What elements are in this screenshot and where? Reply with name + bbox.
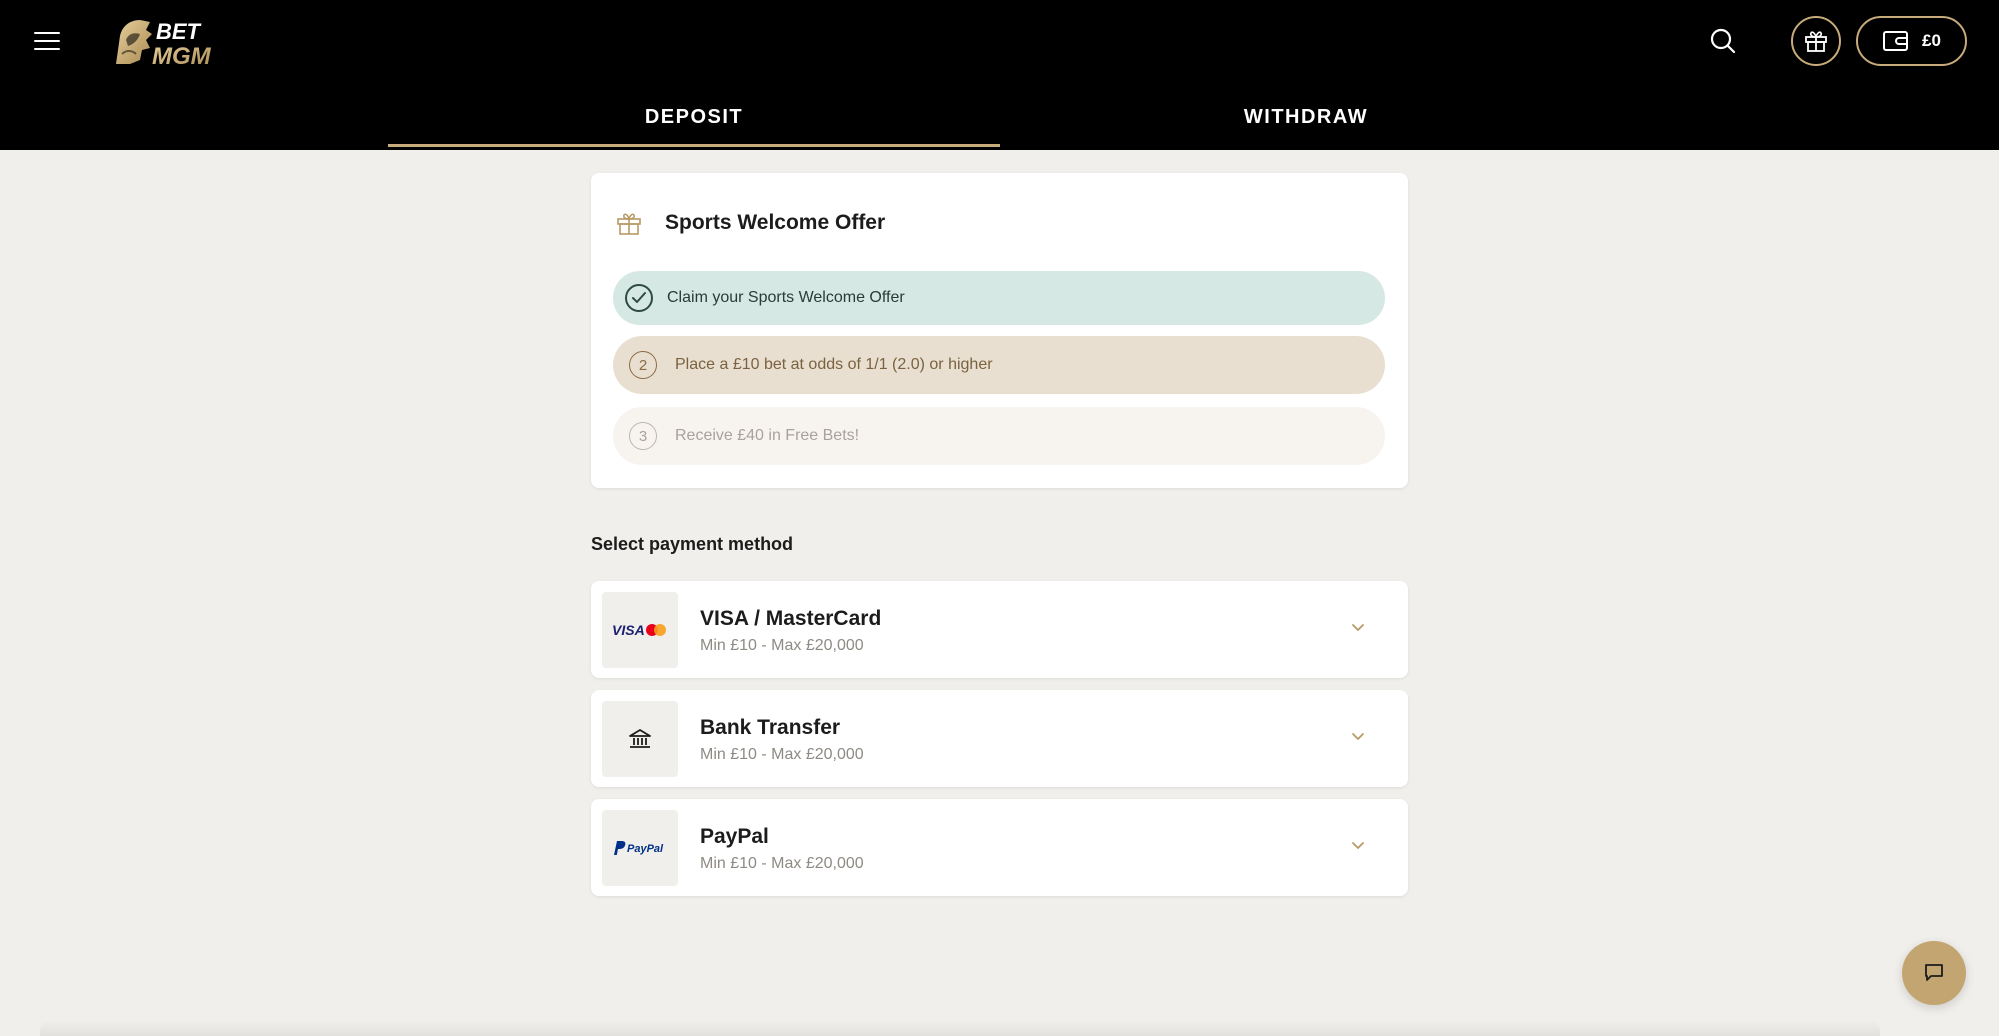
wallet-icon bbox=[1883, 31, 1909, 51]
payment-method-name: VISA / MasterCard bbox=[700, 607, 882, 630]
gift-icon bbox=[617, 213, 641, 235]
hamburger-menu-icon[interactable] bbox=[34, 28, 64, 54]
svg-text:PayPal: PayPal bbox=[627, 843, 664, 855]
bank-icon bbox=[602, 701, 678, 777]
payment-method-limits: Min £10 - Max £20,000 bbox=[700, 746, 864, 763]
offer-step-text: Claim your Sports Welcome Offer bbox=[667, 289, 905, 306]
welcome-offer-header: Sports Welcome Offer bbox=[615, 209, 885, 237]
visa-mastercard-logo: VISA bbox=[602, 592, 678, 668]
offer-step-place-bet: 2 Place a £10 bet at odds of 1/1 (2.0) o… bbox=[613, 336, 1385, 394]
svg-text:VISA: VISA bbox=[612, 622, 645, 638]
paypal-logo: PayPal bbox=[602, 810, 678, 886]
gift-button[interactable] bbox=[1791, 16, 1841, 66]
welcome-offer-title: Sports Welcome Offer bbox=[665, 211, 886, 234]
gift-icon bbox=[1805, 31, 1827, 52]
svg-text:MGM: MGM bbox=[152, 43, 212, 68]
chat-icon bbox=[1925, 964, 1943, 981]
offer-step-text: Place a £10 bet at odds of 1/1 (2.0) or … bbox=[675, 356, 993, 373]
offer-step-text: Receive £40 in Free Bets! bbox=[675, 427, 860, 444]
chevron-down-icon bbox=[1352, 624, 1364, 631]
chat-button[interactable] bbox=[1902, 941, 1966, 1005]
payment-method-paypal[interactable]: PayPal PayPal Min £10 - Max £20,000 bbox=[591, 799, 1408, 896]
step-number-badge: 3 bbox=[629, 422, 657, 450]
bottom-sheet-edge bbox=[40, 1020, 1880, 1036]
search-icon[interactable] bbox=[1708, 26, 1738, 56]
offer-step-receive: 3 Receive £40 in Free Bets! bbox=[613, 407, 1385, 465]
chevron-down-icon bbox=[1352, 733, 1364, 740]
payment-method-bank-transfer[interactable]: Bank Transfer Min £10 - Max £20,000 bbox=[591, 690, 1408, 787]
tab-withdraw[interactable]: WITHDRAW bbox=[1000, 96, 1612, 150]
payment-method-limits: Min £10 - Max £20,000 bbox=[700, 637, 864, 654]
offer-step-claim: Claim your Sports Welcome Offer bbox=[613, 271, 1385, 325]
step-number-badge: 2 bbox=[629, 351, 657, 379]
wallet-balance: £0 bbox=[1922, 31, 1941, 50]
check-icon bbox=[625, 284, 653, 312]
wallet-balance-button[interactable]: £0 bbox=[1856, 16, 1967, 66]
svg-text:BET: BET bbox=[156, 19, 202, 44]
welcome-offer-card: Sports Welcome Offer Claim your Sports W… bbox=[591, 173, 1408, 488]
tab-deposit[interactable]: DEPOSIT bbox=[388, 96, 1000, 150]
payment-method-visa-mastercard[interactable]: VISA VISA / MasterCard Min £10 - Max £20… bbox=[591, 581, 1408, 678]
top-header: BET MGM £0 DEPOSIT WITHDRAW bbox=[0, 0, 1999, 150]
payment-method-name: PayPal bbox=[700, 825, 769, 848]
payment-method-limits: Min £10 - Max £20,000 bbox=[700, 855, 864, 872]
payment-section-label: Select payment method bbox=[591, 534, 794, 554]
chevron-down-icon bbox=[1352, 842, 1364, 849]
payment-method-name: Bank Transfer bbox=[700, 716, 841, 739]
betmgm-logo[interactable]: BET MGM bbox=[112, 14, 224, 68]
deposit-withdraw-tabs: DEPOSIT WITHDRAW bbox=[388, 96, 1612, 150]
